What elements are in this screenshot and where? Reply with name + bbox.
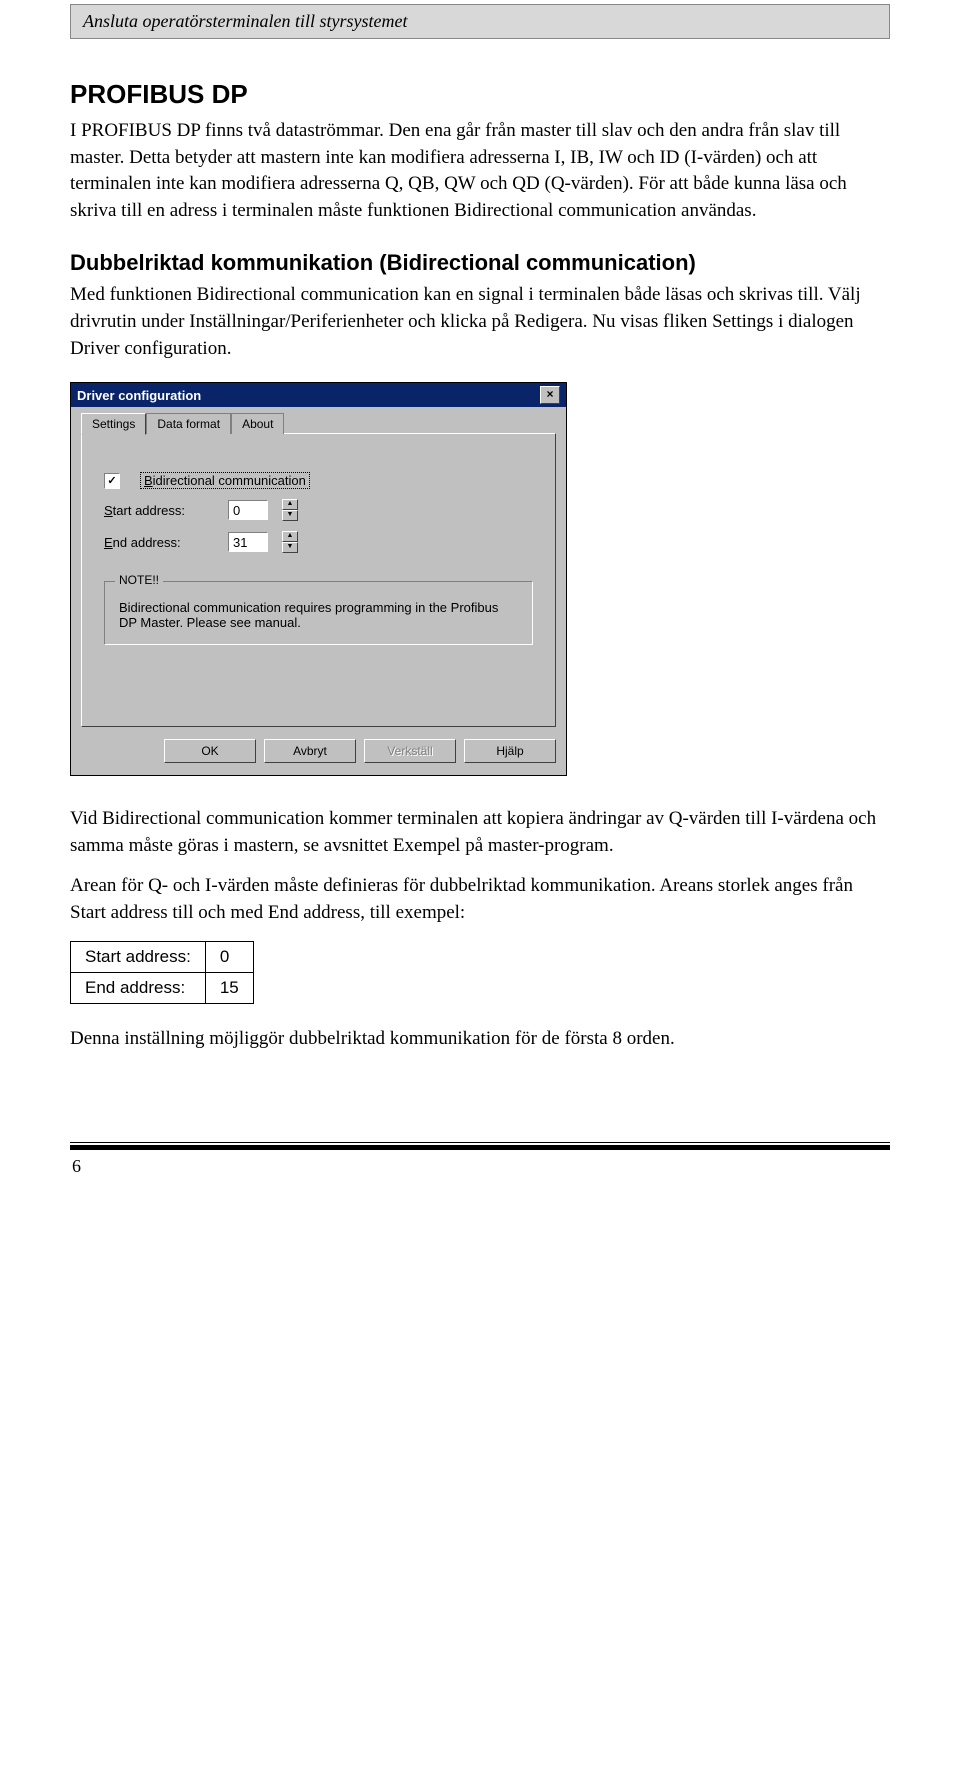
dialog-title-text: Driver configuration [77, 388, 201, 403]
bidirectional-checkbox[interactable]: ✓ [104, 473, 120, 489]
tab-settings[interactable]: Settings [81, 413, 146, 435]
help-button[interactable]: Hjälp [464, 739, 556, 763]
subsection-title: Dubbelriktad kommunikation (Bidirectiona… [70, 250, 890, 276]
page-number: 6 [70, 1156, 890, 1177]
note-text: Bidirectional communication requires pro… [119, 600, 518, 630]
end-address-input[interactable]: 31 [228, 532, 268, 552]
section-title: PROFIBUS DP [70, 79, 890, 110]
bidirectional-label: Bidirectional communication [140, 472, 310, 489]
dialog-titlebar[interactable]: Driver configuration × [71, 383, 566, 407]
driver-config-dialog: Driver configuration × Settings Data for… [70, 382, 567, 776]
paragraph-5: Denna inställning möjliggör dubbelriktad… [70, 1026, 890, 1053]
cell-label: Start address: [71, 941, 206, 972]
note-title: NOTE!! [115, 573, 163, 587]
paragraph-4: Arean för Q- och I-värden måste definier… [70, 873, 890, 926]
page-header: Ansluta operatörsterminalen till styrsys… [70, 4, 890, 39]
table-row: End address: 15 [71, 972, 254, 1003]
start-address-input[interactable]: 0 [228, 500, 268, 520]
chevron-up-icon[interactable]: ▲ [282, 499, 298, 510]
end-address-label: End address: [104, 535, 214, 550]
chevron-down-icon[interactable]: ▼ [282, 542, 298, 553]
tab-panel-settings: ✓ Bidirectional communication Start addr… [81, 433, 556, 727]
cell-value: 0 [205, 941, 253, 972]
cell-label: End address: [71, 972, 206, 1003]
address-table: Start address: 0 End address: 15 [70, 941, 254, 1004]
paragraph-1: I PROFIBUS DP finns två dataströmmar. De… [70, 118, 890, 224]
cell-value: 15 [205, 972, 253, 1003]
cancel-button[interactable]: Avbryt [264, 739, 356, 763]
footer-rule-thin [70, 1142, 890, 1143]
chevron-down-icon[interactable]: ▼ [282, 510, 298, 521]
tab-data-format[interactable]: Data format [146, 413, 231, 434]
footer-rule-thick [70, 1145, 890, 1150]
start-address-label: Start address: [104, 503, 214, 518]
paragraph-2: Med funktionen Bidirectional communicati… [70, 282, 890, 362]
apply-button[interactable]: Verkställ [364, 739, 456, 763]
tab-about[interactable]: About [231, 413, 284, 434]
chevron-up-icon[interactable]: ▲ [282, 531, 298, 542]
ok-button[interactable]: OK [164, 739, 256, 763]
tab-strip: Settings Data format About [81, 413, 556, 434]
table-row: Start address: 0 [71, 941, 254, 972]
note-group: NOTE!! Bidirectional communication requi… [104, 581, 533, 645]
paragraph-3: Vid Bidirectional communication kommer t… [70, 806, 890, 859]
close-icon[interactable]: × [540, 386, 560, 404]
